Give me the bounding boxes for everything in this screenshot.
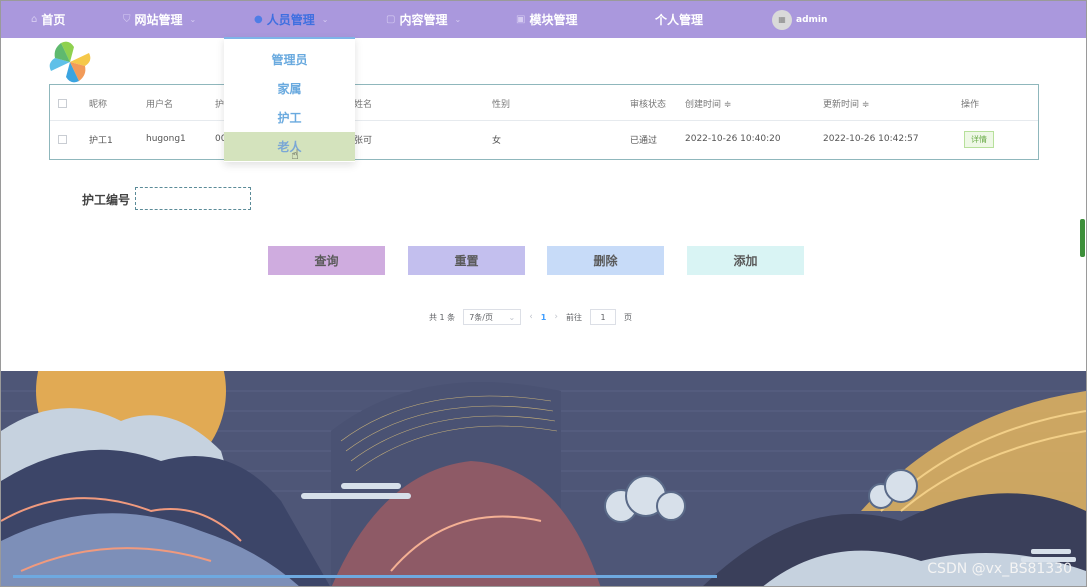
nav-home[interactable]: ⌂ 首页 <box>31 1 65 38</box>
person-icon: ● <box>254 14 263 25</box>
nav-personnel[interactable]: ● 人员管理 ⌄ <box>254 1 328 38</box>
nav-home-label: 首页 <box>41 13 66 27</box>
chevron-down-icon: ⌄ <box>321 15 329 24</box>
cell-updated: 2022-10-26 10:42:57 <box>823 134 919 144</box>
nav-personal-label: 个人管理 <box>655 13 704 27</box>
cell-status: 已通过 <box>630 135 658 146</box>
page-size-select[interactable]: 7条/页 ⌄ <box>463 309 522 325</box>
cell-gender: 女 <box>492 135 502 146</box>
header-gender: 性别 <box>492 99 511 110</box>
nav-module[interactable]: ▣ 模块管理 <box>516 1 577 38</box>
header-name: 姓名 <box>354 99 373 110</box>
caregiver-number-label: 护工编号 <box>82 193 131 207</box>
dropdown-item-family[interactable]: 家属 <box>224 74 355 103</box>
pinwheel-logo <box>49 41 91 83</box>
home-icon: ⌂ <box>31 14 38 25</box>
dropdown-item-elderly[interactable]: 老人 <box>224 132 355 161</box>
username-label: admin <box>796 14 828 25</box>
header-updated[interactable]: 更新时间 ≑ <box>823 85 869 121</box>
nav-module-label: 模块管理 <box>529 13 578 27</box>
dropdown-item-admin[interactable]: 管理员 <box>224 45 355 74</box>
page-size-value: 7条/页 <box>469 312 493 322</box>
header-status: 审核状态 <box>630 99 667 110</box>
cell-nickname: 护工1 <box>89 135 113 146</box>
header-created[interactable]: 创建时间 ≑ <box>685 85 731 121</box>
chevron-down-icon: ⌄ <box>508 312 516 322</box>
prev-page-icon[interactable]: ‹ <box>529 312 533 322</box>
cell-username: hugong1 <box>146 134 186 144</box>
hand-cursor-icon: ☝ <box>291 148 299 163</box>
page-suffix: 页 <box>623 312 632 322</box>
chevron-down-icon: ⌄ <box>454 15 462 24</box>
module-icon: ▣ <box>516 14 526 25</box>
nav-content-label: 内容管理 <box>399 13 448 27</box>
add-button[interactable]: 添加 <box>687 246 804 275</box>
header-action: 操作 <box>961 99 980 110</box>
app-window: ⌂ 首页 ⛉ 网站管理 ⌄ ● 人员管理 ⌄ ▢ 内容管理 ⌄ ▣ 模块管理 个… <box>0 0 1087 587</box>
table-header: 昵称 用户名 护 姓名 性别 审核状态 创建时间 ≑ 更新时间 ≑ 操作 <box>50 85 1038 121</box>
nav-content[interactable]: ▢ 内容管理 ⌄ <box>386 1 461 38</box>
cell-created: 2022-10-26 10:40:20 <box>685 134 781 144</box>
nav-personal[interactable]: 个人管理 <box>655 1 703 38</box>
document-icon: ▢ <box>386 14 396 25</box>
shield-icon: ⛉ <box>123 14 131 25</box>
data-table: 昵称 用户名 护 姓名 性别 审核状态 创建时间 ≑ 更新时间 ≑ 操作 护工1… <box>49 84 1039 160</box>
header-code: 护 <box>215 99 225 110</box>
avatar: ▦ <box>772 9 792 30</box>
nav-website-label: 网站管理 <box>134 13 183 27</box>
nav-website[interactable]: ⛉ 网站管理 ⌄ <box>123 1 196 38</box>
nav-personnel-label: 人员管理 <box>266 13 315 27</box>
watermark: CSDN @vx_BS81330 <box>927 561 1072 577</box>
reset-button[interactable]: 重置 <box>408 246 525 275</box>
user-menu[interactable]: ▦ admin <box>772 1 827 38</box>
page-number[interactable]: 1 <box>541 313 547 322</box>
cell-name: 张可 <box>354 135 373 146</box>
header-nickname: 昵称 <box>89 99 108 110</box>
caregiver-number-input[interactable] <box>135 187 251 210</box>
landscape-background <box>1 371 1086 586</box>
table-row: 护工1 hugong1 00 张可 女 已通过 2022-10-26 10:40… <box>50 121 1038 157</box>
delete-button[interactable]: 删除 <box>547 246 664 275</box>
total-count: 共 1 条 <box>429 312 456 322</box>
select-all-checkbox[interactable] <box>58 85 67 121</box>
top-nav: ⌂ 首页 ⛉ 网站管理 ⌄ ● 人员管理 ⌄ ▢ 内容管理 ⌄ ▣ 模块管理 个… <box>1 1 1086 38</box>
progress-bar <box>13 575 717 578</box>
goto-page-input[interactable]: 1 <box>589 309 616 325</box>
personnel-dropdown: 管理员 家属 护工 老人 <box>224 37 355 162</box>
pagination: 共 1 条 7条/页 ⌄ ‹ 1 › 前往 1 页 <box>429 308 632 326</box>
detail-button-wrap: 详情 <box>964 121 994 157</box>
dropdown-item-caregiver[interactable]: 护工 <box>224 103 355 132</box>
chevron-down-icon: ⌄ <box>189 15 197 24</box>
row-checkbox[interactable] <box>58 121 67 157</box>
next-page-icon[interactable]: › <box>554 312 558 322</box>
scrollbar-thumb[interactable] <box>1080 219 1085 257</box>
detail-button[interactable]: 详情 <box>964 130 994 148</box>
goto-label: 前往 <box>565 312 582 322</box>
query-button[interactable]: 查询 <box>268 246 385 275</box>
header-username: 用户名 <box>146 99 174 110</box>
